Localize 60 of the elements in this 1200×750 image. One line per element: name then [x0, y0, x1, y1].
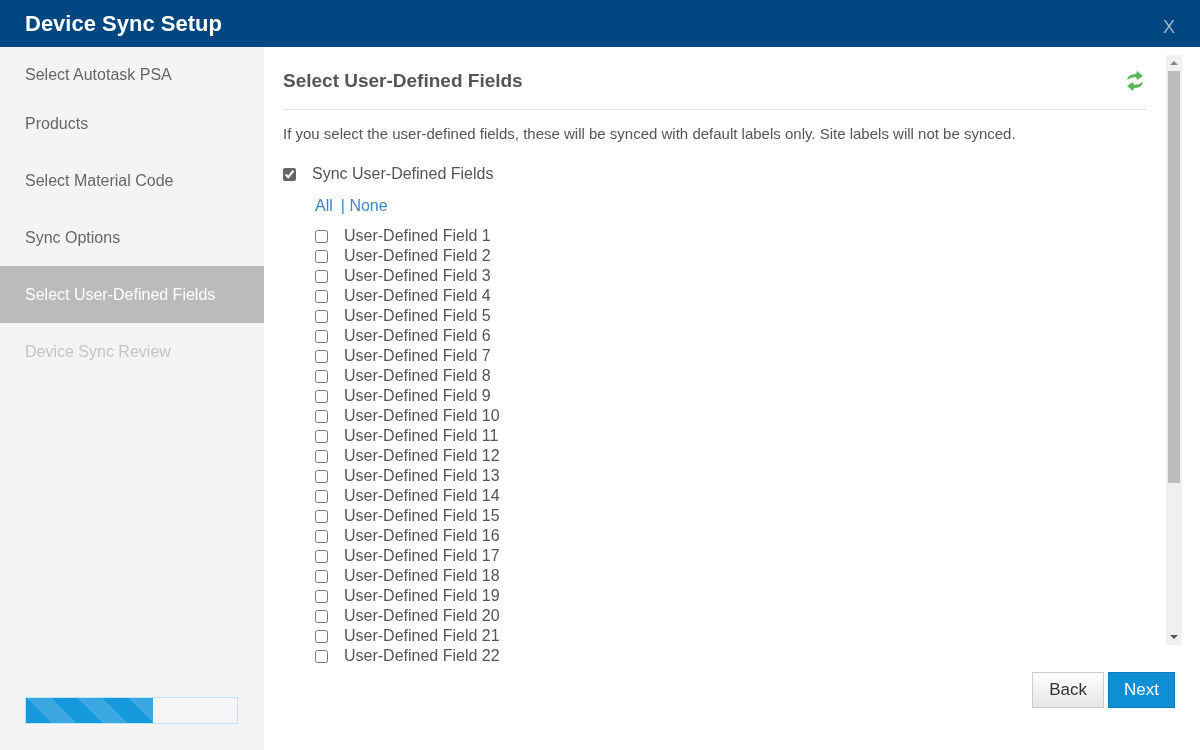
checkbox[interactable]	[315, 529, 328, 543]
field-label: User-Defined Field 21	[344, 626, 500, 646]
wizard-button[interactable]: Back	[1032, 672, 1105, 708]
field-label: User-Defined Field 13	[344, 466, 500, 486]
checkbox[interactable]	[315, 289, 328, 303]
checkbox[interactable]	[315, 349, 328, 363]
field-label: User-Defined Field 10	[344, 406, 500, 426]
checkbox[interactable]	[315, 329, 328, 343]
sidebar-item[interactable]: Select Autotask PSA	[0, 47, 264, 100]
field-label: User-Defined Field 9	[344, 386, 491, 406]
checkbox[interactable]	[315, 549, 328, 563]
checkbox[interactable]	[315, 369, 328, 383]
sidebar-item[interactable]: Products	[0, 100, 264, 152]
window-title: Device Sync Setup	[25, 10, 222, 38]
select-link[interactable]: All	[315, 194, 333, 218]
field-label: User-Defined Field 19	[344, 586, 500, 606]
refresh-icon[interactable]	[1124, 71, 1146, 92]
scrollbar-drawing[interactable]	[1166, 55, 1182, 645]
checkbox[interactable]	[315, 569, 328, 583]
field-label: User-Defined Field 1	[344, 226, 491, 246]
checkbox[interactable]	[315, 429, 328, 443]
checkbox[interactable]	[315, 649, 328, 663]
checkbox-label: Sync User-Defined Fields	[312, 164, 494, 184]
checkbox[interactable]	[315, 609, 328, 623]
checkbox[interactable]	[315, 469, 328, 483]
section-title: Select User-Defined Fields	[283, 69, 523, 93]
checkbox[interactable]	[315, 389, 328, 403]
field-label: User-Defined Field 7	[344, 346, 491, 366]
checkbox[interactable]	[315, 489, 328, 503]
checkbox[interactable]	[315, 229, 328, 243]
field-label: User-Defined Field 15	[344, 506, 500, 526]
field-label: User-Defined Field 4	[344, 286, 491, 306]
field-label: User-Defined Field 22	[344, 646, 500, 666]
field-label: User-Defined Field 2	[344, 246, 491, 266]
checkbox[interactable]	[315, 249, 328, 263]
field-label: User-Defined Field 18	[344, 566, 500, 586]
field-label: User-Defined Field 17	[344, 546, 500, 566]
field-label: User-Defined Field 3	[344, 266, 491, 286]
checkbox[interactable]	[315, 589, 328, 603]
field-label: User-Defined Field 6	[344, 326, 491, 346]
field-label: User-Defined Field 5	[344, 306, 491, 326]
select-link[interactable]: | None	[340, 194, 388, 218]
field-label: User-Defined Field 16	[344, 526, 500, 546]
checkbox[interactable]	[315, 409, 328, 423]
field-label: User-Defined Field 11	[344, 426, 499, 446]
field-label: User-Defined Field 8	[344, 366, 491, 386]
description-text: If you select the user-defined fields, these will be synced with default labels only. Site labels will not be synced.	[283, 123, 1017, 144]
field-label: User-Defined Field 20	[344, 606, 500, 626]
checkbox[interactable]	[315, 269, 328, 283]
checkbox[interactable]	[315, 449, 328, 463]
checkbox[interactable]	[315, 629, 328, 643]
field-label: User-Defined Field 12	[344, 446, 500, 466]
sidebar-item[interactable]: Sync Options	[0, 209, 264, 266]
close-button[interactable]: X	[1163, 14, 1175, 41]
wizard-button[interactable]: Next	[1108, 672, 1175, 708]
sidebar-item[interactable]: Select Material Code	[0, 152, 264, 209]
checkbox[interactable]	[315, 309, 328, 323]
checkbox[interactable]	[283, 167, 296, 181]
checkbox[interactable]	[315, 509, 328, 523]
field-label: User-Defined Field 14	[344, 486, 500, 506]
